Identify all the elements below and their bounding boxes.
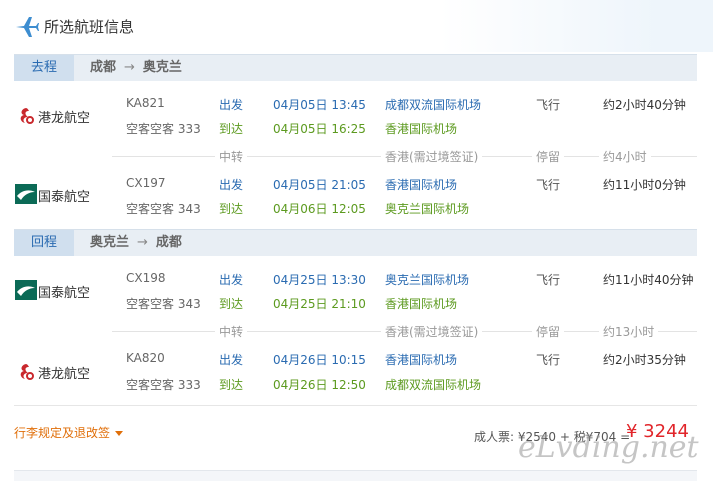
arrive-time: 04月26日 12:50 <box>273 378 366 392</box>
footer-bar <box>14 470 697 481</box>
arrive-airport[interactable]: 奥克兰国际机场 <box>385 200 469 217</box>
baggage-rules-label: 行李规定及退改签 <box>14 426 111 440</box>
aircraft-type: 空客空客 343 <box>126 297 201 311</box>
leg-header-return: 回程 奥克兰 → 成都 <box>14 229 697 256</box>
depart-time: 04月05日 13:45 <box>273 98 366 112</box>
depart-label: 出发 <box>219 178 244 192</box>
arrow-right-icon: → <box>124 60 135 75</box>
flight-number: CX197 <box>126 176 166 190</box>
airline-name: 国泰航空 <box>38 190 91 205</box>
arrive-label: 到达 <box>219 202 244 216</box>
arrive-time: 04月06日 12:05 <box>273 202 366 216</box>
route-to: 奥克兰 <box>142 60 182 75</box>
aircraft-type: 空客空客 333 <box>126 378 201 392</box>
stop-label: 停留 <box>532 148 565 165</box>
flight-number: KA821 <box>126 96 165 110</box>
caret-down-icon <box>115 431 124 436</box>
transfer-city: 香港(需过境签证) <box>381 323 483 340</box>
airline-name: 港龙航空 <box>38 367 91 382</box>
transfer-label: 中转 <box>215 148 248 165</box>
depart-time: 04月26日 10:15 <box>273 353 366 367</box>
arrive-time: 04月25日 21:10 <box>273 297 366 311</box>
transfer-city: 香港(需过境签证) <box>381 148 483 165</box>
baggage-rules-link[interactable]: 行李规定及退改签 <box>14 424 124 441</box>
depart-time: 04月25日 13:30 <box>273 273 366 287</box>
leg-tag-outbound[interactable]: 去程 <box>14 55 74 81</box>
arrive-label: 到达 <box>219 122 244 136</box>
fly-label: 飞行 <box>536 98 561 112</box>
flight-duration: 约11小时40分钟 <box>603 273 694 287</box>
arrive-airport[interactable]: 成都双流国际机场 <box>385 376 481 393</box>
route-outbound: 成都 → 奥克兰 <box>90 55 182 81</box>
arrive-label: 到达 <box>219 297 244 311</box>
flight-duration: 约11小时0分钟 <box>603 178 686 192</box>
transfer-row: 中转 香港(需过境签证) 停留 约13小时 <box>112 321 697 341</box>
flight-number: KA820 <box>126 351 165 365</box>
route-from: 奥克兰 <box>90 235 130 250</box>
stop-time: 约4小时 <box>599 148 651 165</box>
flight-duration: 约2小时40分钟 <box>603 98 686 112</box>
dragonair-logo-icon <box>20 108 34 124</box>
arrive-label: 到达 <box>219 378 244 392</box>
depart-airport[interactable]: 香港国际机场 <box>385 176 457 193</box>
leg-header-outbound: 去程 成都 → 奥克兰 <box>14 54 697 81</box>
arrive-time: 04月05日 16:25 <box>273 122 366 136</box>
cathay-logo-icon <box>15 184 37 204</box>
depart-label: 出发 <box>219 98 244 112</box>
airplane-icon <box>16 17 39 37</box>
flight-duration: 约2小时35分钟 <box>603 353 686 367</box>
fly-label: 飞行 <box>536 178 561 192</box>
depart-airport[interactable]: 香港国际机场 <box>385 351 457 368</box>
stop-label: 停留 <box>532 323 565 340</box>
arrive-airport[interactable]: 香港国际机场 <box>385 120 457 137</box>
stop-time: 约13小时 <box>599 323 659 340</box>
airline-name: 港龙航空 <box>38 111 91 126</box>
depart-label: 出发 <box>219 353 244 367</box>
page-title: 所选航班信息 <box>44 18 135 36</box>
depart-airport[interactable]: 奥克兰国际机场 <box>385 271 469 288</box>
arrive-airport[interactable]: 香港国际机场 <box>385 295 457 312</box>
route-return: 奥克兰 → 成都 <box>90 230 182 256</box>
airline-name: 国泰航空 <box>38 286 91 301</box>
watermark: eLvding.net <box>518 430 699 465</box>
fly-label: 飞行 <box>536 273 561 287</box>
divider <box>14 405 697 406</box>
aircraft-type: 空客空客 343 <box>126 202 201 216</box>
cathay-logo-icon <box>15 280 37 300</box>
leg-tag-return[interactable]: 回程 <box>14 230 74 256</box>
depart-airport[interactable]: 成都双流国际机场 <box>385 96 481 113</box>
aircraft-type: 空客空客 333 <box>126 122 201 136</box>
transfer-label: 中转 <box>215 323 248 340</box>
route-to: 成都 <box>155 235 182 250</box>
flight-number: CX198 <box>126 271 166 285</box>
transfer-row: 中转 香港(需过境签证) 停留 约4小时 <box>112 146 697 166</box>
fly-label: 飞行 <box>536 353 561 367</box>
arrow-right-icon: → <box>137 235 148 250</box>
route-from: 成都 <box>90 60 117 75</box>
title-bar: 所选航班信息 <box>0 0 713 52</box>
depart-time: 04月05日 21:05 <box>273 178 366 192</box>
dragonair-logo-icon <box>20 364 34 380</box>
depart-label: 出发 <box>219 273 244 287</box>
